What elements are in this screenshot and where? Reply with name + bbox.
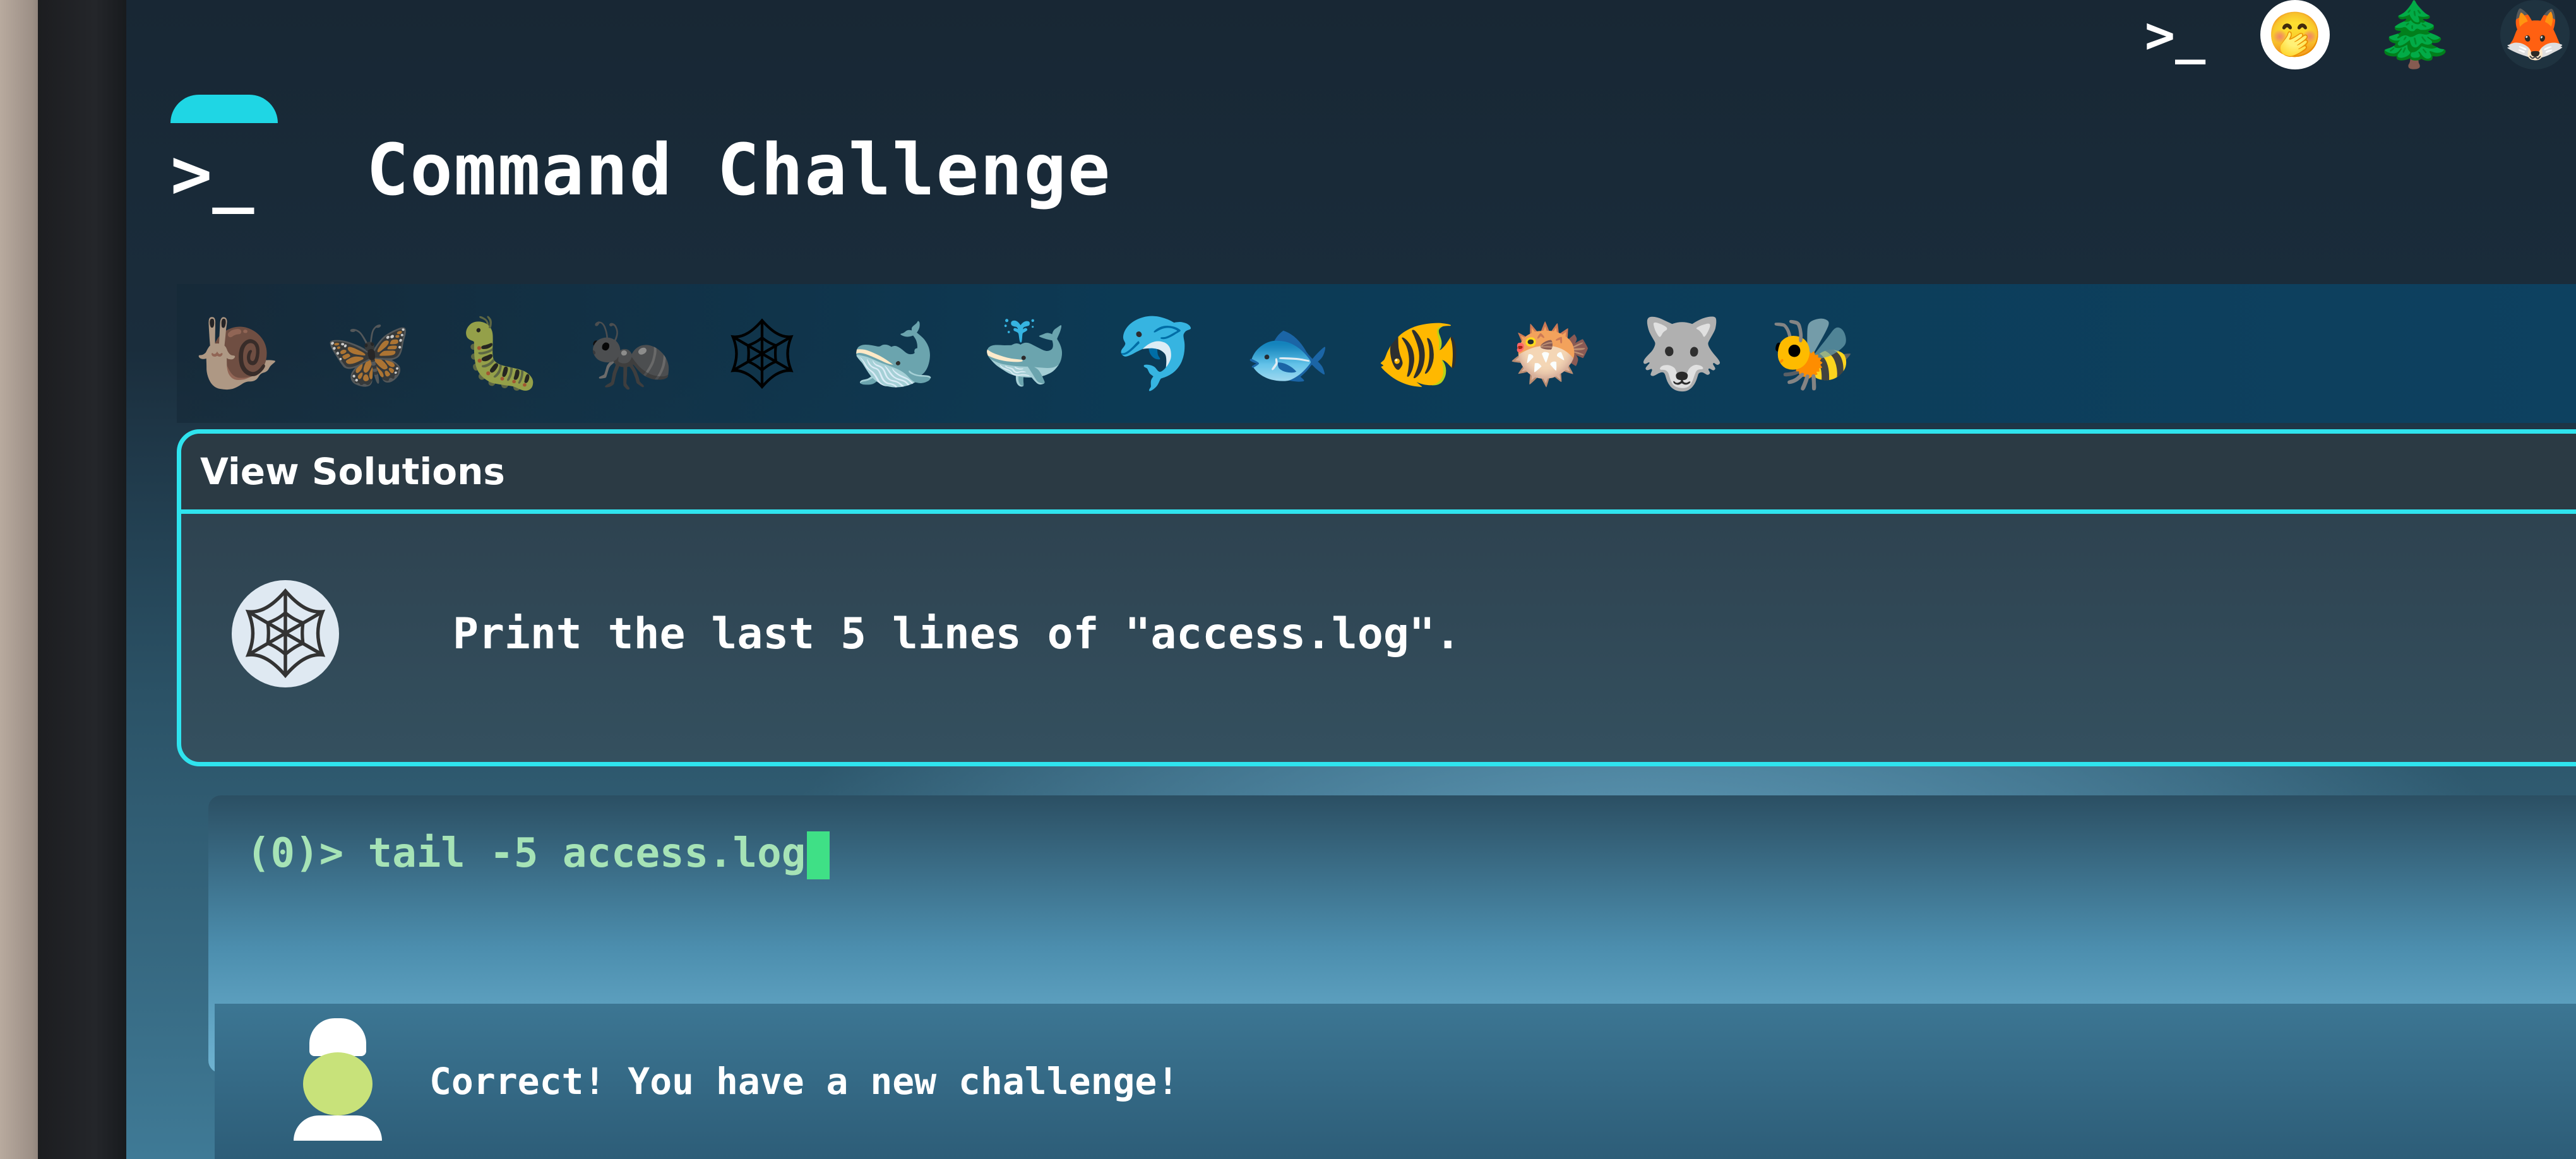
butterfly-icon[interactable]: 🦋 — [321, 306, 415, 401]
snail-icon[interactable]: 🐌 — [189, 306, 284, 401]
command-input[interactable]: tail -5 access.log — [368, 830, 806, 877]
pufferfish-icon[interactable]: 🐡 — [1503, 306, 1597, 401]
chef-hat — [309, 1018, 366, 1056]
feedback-message: Correct! You have a new challenge! — [429, 1060, 1179, 1103]
shush-face-icon[interactable]: 🤭 — [2260, 0, 2330, 69]
challenge-panel: View Solutions 🕸 Print the last 5 lines … — [177, 429, 2576, 766]
screen: >_ 🤭 🌲 🦊 >_ Command Challenge 🐌 🦋 🐛 🐜 🕸 🐋 🐳 🐬 🐟 🐠… — [126, 0, 2576, 1159]
chef-icon — [284, 1018, 391, 1144]
challenge-progress-bar: 🐌 🦋 🐛 🐜 🕸 🐋 🐳 🐬 🐟 🐠 🐡 🐺 🐝 — [177, 284, 2576, 423]
chef-face — [303, 1052, 373, 1115]
wolf-icon[interactable]: 🐺 — [1634, 306, 1729, 401]
gitlab-fox-icon[interactable]: 🦊 — [2500, 0, 2570, 69]
page-header: >_ Command Challenge — [164, 95, 1111, 221]
chef-body — [294, 1115, 382, 1141]
dolphin-icon[interactable]: 🐬 — [1109, 306, 1203, 401]
prompt: (0)> — [246, 830, 368, 877]
whale-2-icon[interactable]: 🐳 — [977, 306, 1072, 401]
text-cursor — [807, 831, 830, 880]
caterpillar-icon[interactable]: 🐛 — [452, 306, 547, 401]
ant-icon[interactable]: 🐜 — [583, 306, 678, 401]
command-line[interactable]: (0)> tail -5 access.log — [246, 830, 830, 880]
spider-web-icon: 🕸 — [229, 580, 342, 687]
view-solutions-header[interactable]: View Solutions — [181, 434, 2576, 514]
task-description: Print the last 5 lines of "access.log". — [453, 609, 1461, 659]
feedback-bar: Correct! You have a new challenge! — [215, 1004, 2576, 1159]
monitor-bezel — [38, 0, 133, 1159]
tropical-fish-icon[interactable]: 🐠 — [1371, 306, 1466, 401]
logo-cap — [170, 95, 278, 123]
bee-icon[interactable]: 🐝 — [1765, 306, 1860, 401]
page-title: Command Challenge — [366, 129, 1112, 211]
fish-icon[interactable]: 🐟 — [1240, 306, 1335, 401]
top-icon-bar: >_ 🤭 🌲 🦊 — [2140, 0, 2576, 71]
tree-icon[interactable]: 🌲 — [2376, 0, 2455, 71]
spider-web-icon[interactable]: 🕸 — [715, 306, 809, 401]
task-body: 🕸 Print the last 5 lines of "access.log"… — [181, 514, 2576, 754]
terminal-icon[interactable]: >_ — [2140, 0, 2210, 69]
terminal-logo-icon: >_ — [170, 133, 254, 214]
site-logo[interactable]: >_ — [164, 95, 278, 221]
whale-icon[interactable]: 🐋 — [846, 306, 941, 401]
view-solutions-link[interactable]: View Solutions — [200, 450, 505, 493]
